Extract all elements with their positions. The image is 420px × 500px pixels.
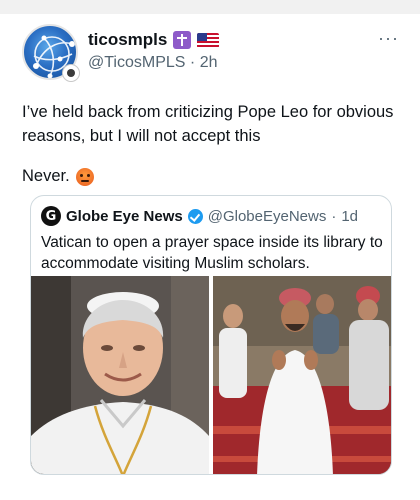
author-handle-row: @TicosMPLS · 2h — [88, 54, 217, 72]
us-flag-emoji-icon — [197, 32, 220, 48]
separator-dot: · — [331, 207, 337, 225]
more-options-icon[interactable]: ··· — [378, 28, 399, 49]
avatar-badge — [62, 64, 80, 82]
pope-portrait-photo — [31, 276, 209, 474]
verified-badge-icon — [187, 208, 203, 224]
separator-dot: · — [189, 54, 196, 71]
quoted-handle: @GlobeEyeNews — [207, 207, 327, 225]
quoted-image-right[interactable] — [213, 276, 391, 474]
author-name-row: ticosmpls — [88, 30, 220, 50]
tweet-text-line: I’ve held back from criticizing Pope Leo… — [22, 103, 394, 121]
tweet-text-line: reasons, but I will not accept this — [22, 127, 261, 145]
top-strip — [0, 0, 420, 14]
tweet-text-final-line: Never. — [22, 167, 94, 186]
quoted-text: Vatican to open a prayer space inside it… — [41, 232, 386, 274]
quoted-text-line: accommodate visiting Muslim scholars. — [41, 255, 310, 272]
post-time[interactable]: 2h — [200, 54, 218, 71]
quoted-author-row: G Globe Eye News @GlobeEyeNews · 1d — [41, 206, 358, 226]
quoted-text-line: Vatican to open a prayer space inside it… — [41, 234, 383, 251]
angry-face-emoji-icon — [75, 167, 94, 186]
user-handle[interactable]: @TicosMPLS — [88, 54, 185, 71]
quoted-post-time: 1d — [341, 207, 359, 225]
display-name[interactable]: ticosmpls — [88, 30, 167, 50]
quoted-tweet-card[interactable]: G Globe Eye News @GlobeEyeNews · 1d Vati… — [30, 195, 392, 475]
tweet-text-line: Never. — [22, 167, 70, 185]
globe-eye-logo-icon: G — [41, 206, 61, 226]
latin-cross-emoji-icon — [173, 31, 192, 49]
quoted-display-name: Globe Eye News — [66, 207, 183, 225]
quoted-image-left[interactable] — [31, 276, 209, 474]
men-praying-photo — [213, 276, 391, 474]
tweet-text: I’ve held back from criticizing Pope Leo… — [22, 100, 402, 148]
